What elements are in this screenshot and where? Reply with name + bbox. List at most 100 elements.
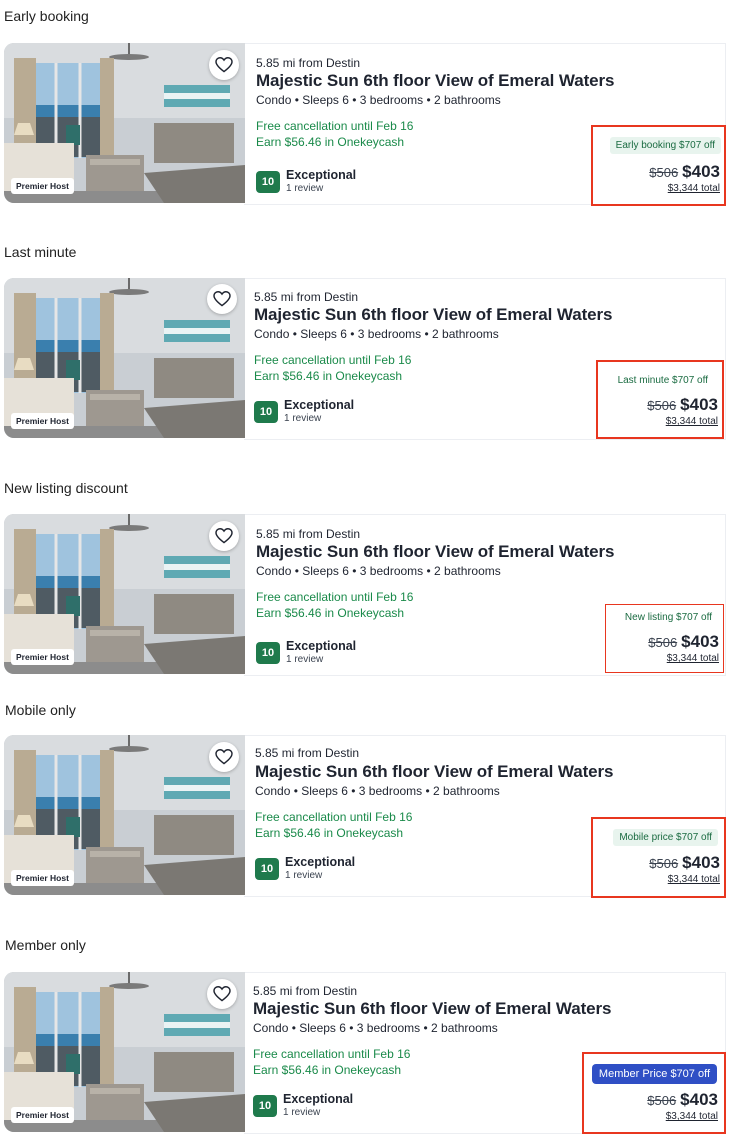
earn-onekeycash-text: Earn $56.46 in Onekeycash [255,826,404,840]
section-label-early-booking: Early booking [4,8,89,24]
rating-label: Exceptional [284,398,355,412]
original-price: $506 [648,635,678,650]
distance-text: 5.85 mi from Destin [256,527,361,541]
favorite-button[interactable] [209,521,239,551]
favorite-button[interactable] [207,979,237,1009]
heart-icon [215,749,233,765]
listing-card-mobile-only[interactable]: Premier Host 5.85 mi from Destin Majesti… [4,735,726,898]
rating-label: Exceptional [286,168,357,182]
deal-badge: Early booking $707 off [609,137,721,154]
rating-score-badge: 10 [256,171,280,193]
listing-meta: Condo • Sleeps 6 • 3 bedrooms • 2 bathro… [256,93,501,107]
earn-onekeycash-text: Earn $56.46 in Onekeycash [253,1063,402,1077]
listing-card-new-listing[interactable]: Premier Host 5.85 mi from Destin Majesti… [4,514,726,676]
favorite-button[interactable] [209,742,239,772]
listing-meta: Condo • Sleeps 6 • 3 bedrooms • 2 bathro… [253,1021,498,1035]
price-highlight-box: New listing $707 off $506 $403 $3,344 tot… [605,604,724,673]
free-cancellation-text: Free cancellation until Feb 16 [256,590,414,604]
total-price-link[interactable]: $3,344 total [666,1111,718,1122]
listing-meta: Condo • Sleeps 6 • 3 bedrooms • 2 bathro… [256,564,501,578]
review-count: 1 review [285,870,323,881]
section-label-last-minute: Last minute [4,244,77,260]
premier-host-badge: Premier Host [11,649,74,665]
discounted-price: $403 [682,853,720,872]
listing-card-member-only[interactable]: Premier Host 5.85 mi from Destin Majesti… [4,972,726,1134]
free-cancellation-text: Free cancellation until Feb 16 [254,353,412,367]
rating-score-badge: 10 [253,1095,277,1117]
total-price-link[interactable]: $3,344 total [667,653,719,664]
distance-text: 5.85 mi from Destin [253,984,358,998]
original-price: $506 [649,856,679,871]
rating-score-badge: 10 [255,858,279,880]
listing-title[interactable]: Majestic Sun 6th floor View of Emeral Wa… [256,542,614,562]
premier-host-badge: Premier Host [11,413,74,429]
heart-icon [215,57,233,73]
listing-title[interactable]: Majestic Sun 6th floor View of Emeral Wa… [256,71,614,91]
rating: 10 Exceptional 1 review [256,168,356,195]
original-price: $506 [647,1093,677,1108]
favorite-button[interactable] [209,50,239,80]
deal-badge: New listing $707 off [618,609,718,626]
section-label-mobile-only: Mobile only [5,702,76,718]
section-label-new-listing: New listing discount [4,480,128,496]
premier-host-badge: Premier Host [11,870,74,886]
earn-onekeycash-text: Earn $56.46 in Onekeycash [254,369,403,383]
listing-meta: Condo • Sleeps 6 • 3 bedrooms • 2 bathro… [255,784,500,798]
original-price: $506 [647,398,677,413]
rating-score-badge: 10 [256,642,280,664]
price-highlight-box: Member Price $707 off $506 $403 $3,344 to… [582,1052,726,1134]
review-count: 1 review [283,1107,321,1118]
deal-badge: Last minute $707 off [611,372,714,389]
rating: 10 Exceptional 1 review [256,639,356,666]
rating-label: Exceptional [285,855,356,869]
listing-card-early-booking[interactable]: Premier Host 5.85 mi from Destin Majesti… [4,43,726,206]
discounted-price: $403 [682,162,720,181]
deal-badge: Mobile price $707 off [613,829,718,846]
rating-label: Exceptional [286,639,357,653]
rating-score-badge: 10 [254,401,278,423]
distance-text: 5.85 mi from Destin [254,290,359,304]
heart-icon [213,986,231,1002]
earn-onekeycash-text: Earn $56.46 in Onekeycash [256,135,405,149]
earn-onekeycash-text: Earn $56.46 in Onekeycash [256,606,405,620]
total-price-link[interactable]: $3,344 total [668,183,720,194]
heart-icon [213,291,231,307]
listing-photo[interactable]: Premier Host [4,278,245,438]
listing-photo[interactable]: Premier Host [4,514,245,674]
rating: 10 Exceptional 1 review [254,398,354,425]
review-count: 1 review [286,654,324,665]
section-label-member-only: Member only [5,937,86,953]
distance-text: 5.85 mi from Destin [255,746,360,760]
total-price-link[interactable]: $3,344 total [666,416,718,427]
premier-host-badge: Premier Host [11,1107,74,1123]
discounted-price: $403 [681,632,719,651]
review-count: 1 review [284,413,322,424]
premier-host-badge: Premier Host [11,178,74,194]
listing-photo[interactable]: Premier Host [4,972,245,1132]
listing-photo[interactable]: Premier Host [4,43,245,203]
free-cancellation-text: Free cancellation until Feb 16 [255,810,413,824]
price-highlight-box: Mobile price $707 off $506 $403 $3,344 to… [591,817,726,898]
distance-text: 5.85 mi from Destin [256,56,361,70]
discounted-price: $403 [680,395,718,414]
free-cancellation-text: Free cancellation until Feb 16 [256,119,414,133]
heart-icon [215,528,233,544]
discounted-price: $403 [680,1090,718,1109]
price-highlight-box: Last minute $707 off $506 $403 $3,344 tot… [596,360,724,439]
price-highlight-box: Early booking $707 off $506 $403 $3,344 t… [591,125,726,206]
total-price-link[interactable]: $3,344 total [668,874,720,885]
rating: 10 Exceptional 1 review [255,855,355,882]
listing-meta: Condo • Sleeps 6 • 3 bedrooms • 2 bathro… [254,327,499,341]
listing-card-last-minute[interactable]: Premier Host 5.85 mi from Destin Majesti… [4,278,726,440]
listing-title[interactable]: Majestic Sun 6th floor View of Emeral Wa… [255,762,613,782]
listing-title[interactable]: Majestic Sun 6th floor View of Emeral Wa… [253,999,611,1019]
favorite-button[interactable] [207,284,237,314]
listing-title[interactable]: Majestic Sun 6th floor View of Emeral Wa… [254,305,612,325]
listing-photo[interactable]: Premier Host [4,735,245,895]
rating: 10 Exceptional 1 review [253,1092,353,1119]
free-cancellation-text: Free cancellation until Feb 16 [253,1047,411,1061]
member-price-badge: Member Price $707 off [591,1064,717,1084]
rating-label: Exceptional [283,1092,354,1106]
original-price: $506 [649,165,679,180]
review-count: 1 review [286,183,324,194]
